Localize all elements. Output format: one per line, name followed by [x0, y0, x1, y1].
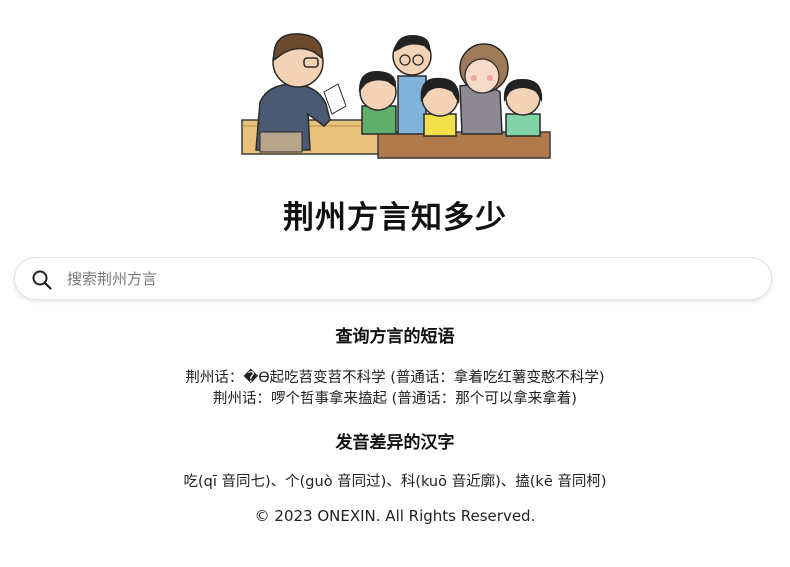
pronunciation-list: 吃(qī 音同七)、个(guò 音同过)、科(kuō 音近廓)、搕(kē 音同柯… — [183, 474, 607, 490]
search-icon[interactable] — [31, 269, 53, 291]
header-illustration — [238, 22, 552, 162]
copyright-footer: © 2023 ONEXIN. All Rights Reserved. — [254, 507, 536, 525]
phrase-example: 荆州话：�Ө起吃苕变苕不科学 (普通话：拿着吃红薯变憨不科学) — [185, 370, 605, 386]
search-input[interactable] — [67, 264, 757, 294]
search-bar[interactable] — [14, 257, 772, 300]
section-title-pronunciation: 发音差异的汉字 — [335, 433, 455, 453]
phrase-example: 荆州话：啰个哲事拿来搕起 (普通话：那个可以拿来拿着) — [213, 391, 577, 407]
section-title-phrases: 查询方言的短语 — [335, 327, 455, 347]
page-title: 荆州方言知多少 — [283, 200, 507, 236]
